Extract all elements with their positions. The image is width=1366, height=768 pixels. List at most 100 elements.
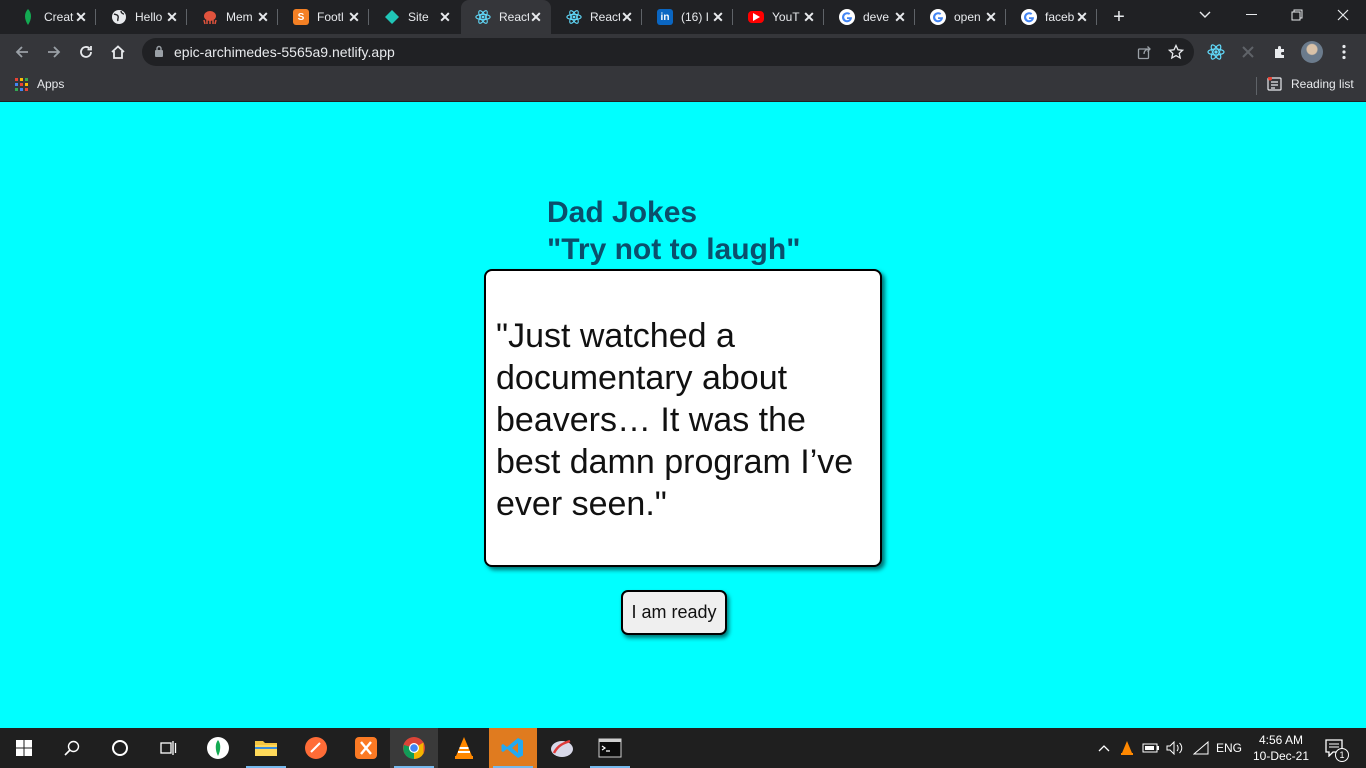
search-button[interactable]: [48, 728, 96, 768]
action-center-button[interactable]: 1: [1320, 728, 1350, 768]
taskbar-clock[interactable]: 4:56 AM 10-Dec-21: [1246, 732, 1316, 764]
vlc-cone-icon: [455, 737, 473, 759]
reload-button[interactable]: [74, 40, 98, 64]
show-hidden-icons-button[interactable]: [1094, 728, 1114, 768]
tray-vlc[interactable]: [1116, 728, 1138, 768]
browser-tab[interactable]: in (16) I ✕: [643, 0, 733, 34]
google-icon: [1021, 9, 1037, 25]
browser-tab[interactable]: Site ✕: [370, 0, 460, 34]
chrome-icon: [403, 737, 425, 759]
tray-language[interactable]: ENG: [1214, 728, 1244, 768]
close-icon[interactable]: ✕: [984, 9, 998, 26]
arrow-left-icon: [15, 46, 28, 58]
browser-tab[interactable]: React ✕: [552, 0, 642, 34]
cortana-circle-icon: [112, 740, 128, 756]
close-icon[interactable]: ✕: [438, 9, 452, 26]
taskbar-xampp[interactable]: [342, 728, 390, 768]
home-button[interactable]: [106, 40, 130, 64]
i-am-ready-button[interactable]: I am ready: [621, 590, 727, 635]
task-view-button[interactable]: [144, 728, 192, 768]
taskbar-compass-app[interactable]: [538, 728, 586, 768]
tab-separator: [95, 9, 96, 25]
close-icon[interactable]: ✕: [802, 9, 816, 26]
arrow-right-icon: [48, 46, 61, 58]
letter-s-icon: S: [293, 9, 309, 25]
close-icon[interactable]: ✕: [893, 9, 907, 26]
google-icon: [839, 9, 855, 25]
tray-network[interactable]: [1190, 728, 1212, 768]
speaker-icon: [1166, 741, 1183, 755]
octopus-icon: [202, 9, 218, 25]
mongodb-leaf-icon: [20, 9, 36, 25]
tab-separator: [914, 9, 915, 25]
profile-button[interactable]: [1300, 40, 1324, 64]
globe-icon: [111, 9, 127, 25]
react-atom-icon: [475, 9, 491, 25]
taskbar-vscode[interactable]: [489, 728, 537, 768]
react-devtools-extension[interactable]: [1204, 40, 1228, 64]
taskbar-google-chrome[interactable]: [390, 728, 438, 768]
tab-title: (16) I: [681, 10, 710, 24]
close-icon[interactable]: ✕: [711, 9, 725, 26]
react-atom-icon: [1207, 44, 1225, 60]
windows-taskbar: ENG 4:56 AM 10-Dec-21 1: [0, 728, 1366, 768]
new-tab-button[interactable]: +: [1108, 6, 1130, 28]
browser-tab[interactable]: Hello ✕: [97, 0, 187, 34]
address-bar[interactable]: epic-archimedes-5565a9.netlify.app: [142, 38, 1194, 66]
clock-time: 4:56 AM: [1258, 733, 1304, 747]
bookmark-star-button[interactable]: [1164, 40, 1188, 64]
browser-tab[interactable]: S Footl ✕: [279, 0, 369, 34]
browser-tab[interactable]: deve ✕: [825, 0, 915, 34]
close-icon[interactable]: ✕: [347, 9, 361, 26]
reading-list-button[interactable]: Reading list: [1267, 77, 1354, 91]
close-icon[interactable]: ✕: [256, 9, 270, 26]
minimize-button[interactable]: [1228, 0, 1274, 30]
tray-battery[interactable]: [1140, 728, 1162, 768]
browser-toolbar: epic-archimedes-5565a9.netlify.app: [0, 34, 1366, 70]
tab-separator: [732, 9, 733, 25]
browser-tab[interactable]: faceb ✕: [1007, 0, 1097, 34]
youtube-icon: [748, 11, 764, 23]
taskbar-mongodb-compass[interactable]: [194, 728, 242, 768]
close-icon[interactable]: ✕: [529, 9, 543, 26]
chrome-menu-button[interactable]: [1332, 40, 1356, 64]
tab-title: Site: [408, 10, 429, 24]
extensions-button[interactable]: [1268, 40, 1292, 64]
tab-separator: [186, 9, 187, 25]
restore-button[interactable]: [1274, 0, 1320, 30]
close-icon[interactable]: ✕: [1075, 9, 1089, 26]
start-button[interactable]: [0, 728, 48, 768]
windows-logo-icon: [16, 740, 32, 756]
reload-icon: [80, 46, 92, 58]
home-icon: [111, 45, 125, 59]
share-button[interactable]: [1132, 40, 1156, 64]
minimize-icon: [1245, 14, 1257, 15]
browser-tab[interactable]: Creat ✕: [6, 0, 96, 34]
bookmarks-divider: [1256, 77, 1257, 95]
tab-separator: [1096, 9, 1097, 25]
close-icon[interactable]: ✕: [74, 9, 88, 26]
apps-shortcut[interactable]: Apps: [15, 77, 64, 91]
restore-icon: [1291, 9, 1303, 21]
tray-volume[interactable]: [1164, 728, 1186, 768]
browser-tab[interactable]: React ✕: [461, 0, 551, 34]
close-window-button[interactable]: [1320, 0, 1366, 30]
close-icon[interactable]: ✕: [620, 9, 634, 26]
x-extension[interactable]: [1236, 40, 1260, 64]
tab-title: YouT: [772, 10, 800, 24]
cortana-button[interactable]: [96, 728, 144, 768]
taskbar-terminal[interactable]: [586, 728, 634, 768]
terminal-icon: [598, 738, 622, 758]
taskbar-postman[interactable]: [292, 728, 340, 768]
tab-search-button[interactable]: [1182, 0, 1228, 30]
close-icon[interactable]: ✕: [165, 9, 179, 26]
taskbar-file-explorer[interactable]: [242, 728, 290, 768]
browser-tab[interactable]: open ✕: [916, 0, 1006, 34]
forward-button[interactable]: [42, 40, 66, 64]
mongodb-compass-icon: [207, 737, 229, 759]
browser-tab[interactable]: Mem ✕: [188, 0, 278, 34]
chevron-down-icon: [1199, 11, 1211, 18]
back-button[interactable]: [10, 40, 34, 64]
taskbar-vlc[interactable]: [440, 728, 488, 768]
browser-tab[interactable]: YouT ✕: [734, 0, 824, 34]
